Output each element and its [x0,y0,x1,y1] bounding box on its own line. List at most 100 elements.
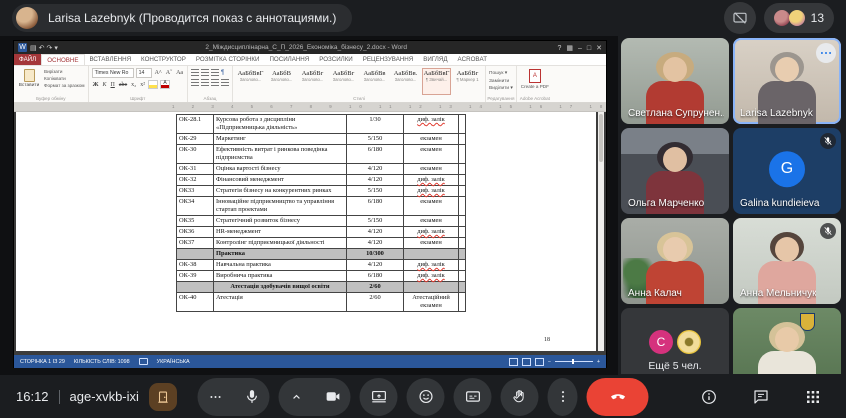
font-name-select[interactable]: Times New Ro [92,68,134,78]
numbering-icon[interactable] [201,69,209,76]
participants-chip[interactable]: 13 [764,3,834,33]
ribbon-tab-file[interactable]: ФАЙЛ [14,54,41,65]
document-area[interactable]: ОК-28.1Курсова робота з дисципліни «Підп… [14,112,606,355]
adobe-group: A Create a PDF Adobe Acrobat [517,66,553,102]
undo-icon[interactable]: ↶ [39,45,45,52]
participant-tile[interactable]: Анна Мельничук [733,218,841,304]
help-icon[interactable]: ? [557,45,561,52]
select-button[interactable]: Виділити ▾ [489,85,513,93]
strikethrough-button[interactable]: abc [118,82,128,88]
copy-button[interactable]: Копіювати [44,75,85,82]
style-chip-4[interactable]: АаБбВвЗаголово... [360,68,389,95]
format-painter-button[interactable]: Формат за зразком [44,82,85,89]
leave-call-button[interactable] [587,378,649,416]
align-center-icon[interactable] [201,79,209,86]
cut-button[interactable]: Вирізати [44,68,85,75]
ribbon-tab-acrobat[interactable]: ACROBAT [453,54,492,65]
qat-menu-icon[interactable]: ▾ [54,45,58,52]
subscript-button[interactable]: x₂ [130,82,137,88]
participant-tile[interactable]: Ольга Марченко [621,128,729,214]
style-preview: АаБбВвГ [238,70,264,77]
cell-code [177,249,214,260]
participant-tile[interactable]: Larisa Lazebnyk [733,38,841,124]
ribbon-tab-вигляд[interactable]: ВИГЛЯД [418,54,452,65]
grow-font-icon[interactable]: А^ [154,70,163,76]
style-chip-1[interactable]: АаБбВЗаголово... [267,68,296,95]
chat-button[interactable] [746,387,776,407]
style-chip-6[interactable]: АаБбВвГ¶ Звичай... [422,68,451,95]
participant-tile[interactable]: CЕщё 5 чел. [621,308,729,374]
ribbon-tab-вставлення[interactable]: ВСТАВЛЕННЯ [85,54,137,65]
present-button[interactable] [360,378,398,416]
participant-tile[interactable]: Анна Калач [621,218,729,304]
superscript-button[interactable]: x² [139,82,146,88]
find-button[interactable]: Пошук ▾ [489,70,513,78]
ribbon-tab-розсилки[interactable]: РОЗСИЛКИ [314,54,358,65]
document-scrollbar[interactable] [598,112,604,351]
italic-button[interactable]: К [102,82,108,88]
underline-button[interactable]: П [110,82,116,88]
ribbon-tab-посилання[interactable]: ПОСИЛАННЯ [264,54,314,65]
print-layout-icon[interactable] [522,358,531,366]
paste-button[interactable]: Вставити [17,68,41,95]
ribbon-tab-основне[interactable]: ОСНОВНЕ [41,54,84,65]
zoom-in-icon[interactable]: + [597,359,600,365]
microphone-control-more-horizontal[interactable] [198,378,234,416]
replace-button[interactable]: Замінити [489,78,513,86]
camera-control-chevron-up[interactable] [279,378,315,416]
indent-icon[interactable] [211,69,219,76]
microphone-control-mic[interactable] [234,378,270,416]
line-spacing-icon[interactable] [221,79,229,86]
info-button[interactable] [694,387,724,407]
page-indicator[interactable]: СТОРІНКА 1 ІЗ 29 [20,359,65,365]
minimize-icon[interactable]: – [578,45,582,52]
more-options-button[interactable] [548,378,578,416]
web-layout-icon[interactable] [535,358,544,366]
presentation-off-button[interactable] [724,2,756,34]
raise-hand-button[interactable] [501,378,539,416]
reactions-button[interactable] [407,378,445,416]
ribbon-tab-розмітка сторінки[interactable]: РОЗМІТКА СТОРІНКИ [191,54,265,65]
scrollbar-thumb[interactable] [599,114,603,162]
close-icon[interactable]: ✕ [596,45,602,52]
ribbon-display-icon[interactable]: ▦ [566,45,573,52]
bold-button[interactable]: Ж [92,82,100,88]
font-size-select[interactable]: 14 [136,68,152,78]
highlight-color-icon[interactable] [148,80,158,89]
redo-icon[interactable]: ↷ [47,45,53,52]
quick-access-toolbar[interactable]: ▤↶↷▾ [30,44,60,52]
align-right-icon[interactable] [211,79,219,86]
camera-control-camera[interactable] [315,378,351,416]
create-pdf-button[interactable]: A Create a PDF [520,68,550,95]
style-chip-2[interactable]: АаБбВгЗаголово... [298,68,327,95]
captions-button[interactable] [454,378,492,416]
participant-tile[interactable]: GGalina kundieieva [733,128,841,214]
language-indicator[interactable]: УКРАЇНСЬКА [157,359,190,365]
shrink-font-icon[interactable]: Аˇ [165,70,173,76]
style-chip-3[interactable]: АаБбВгЗаголово... [329,68,358,95]
font-color-icon[interactable]: А [160,80,170,89]
style-chip-7[interactable]: АаБбВг¶ Маркер 1 [453,68,482,95]
restore-icon[interactable]: □ [587,45,591,52]
zoom-slider[interactable] [555,361,593,362]
ribbon-tab-конструктор[interactable]: КОНСТРУКТОР [136,54,191,65]
pilcrow-icon[interactable]: ¶ [221,70,224,76]
zoom-out-icon[interactable]: − [548,359,551,365]
window-controls[interactable]: ? ▦–□ ✕ [552,44,602,52]
shared-screen-stage: W ▤↶↷▾ 2_Міждисциплінарна_С_П_2026_Еконо… [0,36,618,375]
participant-tile[interactable]: Светлана Супрунен... [621,38,729,124]
change-case-icon[interactable]: Аа [175,70,184,76]
word-count[interactable]: КІЛЬКІСТЬ СЛІВ: 1098 [74,359,130,365]
read-mode-icon[interactable] [509,358,518,366]
participant-tile[interactable]: Natalii Ruzhynska [733,308,841,374]
tile-menu-button[interactable] [816,43,836,63]
align-left-icon[interactable] [191,79,199,86]
save-icon[interactable]: ▤ [30,45,37,52]
zoom-slider-thumb[interactable] [572,359,574,364]
door-button[interactable] [149,383,177,411]
style-chip-0[interactable]: АаБбВвГЗаголово... [236,68,265,95]
ribbon-tab-рецензування[interactable]: РЕЦЕНЗУВАННЯ [358,54,418,65]
bullets-icon[interactable] [191,69,199,76]
style-chip-5[interactable]: АаБбВв.Заголово... [391,68,420,95]
apps-button[interactable] [798,387,828,407]
